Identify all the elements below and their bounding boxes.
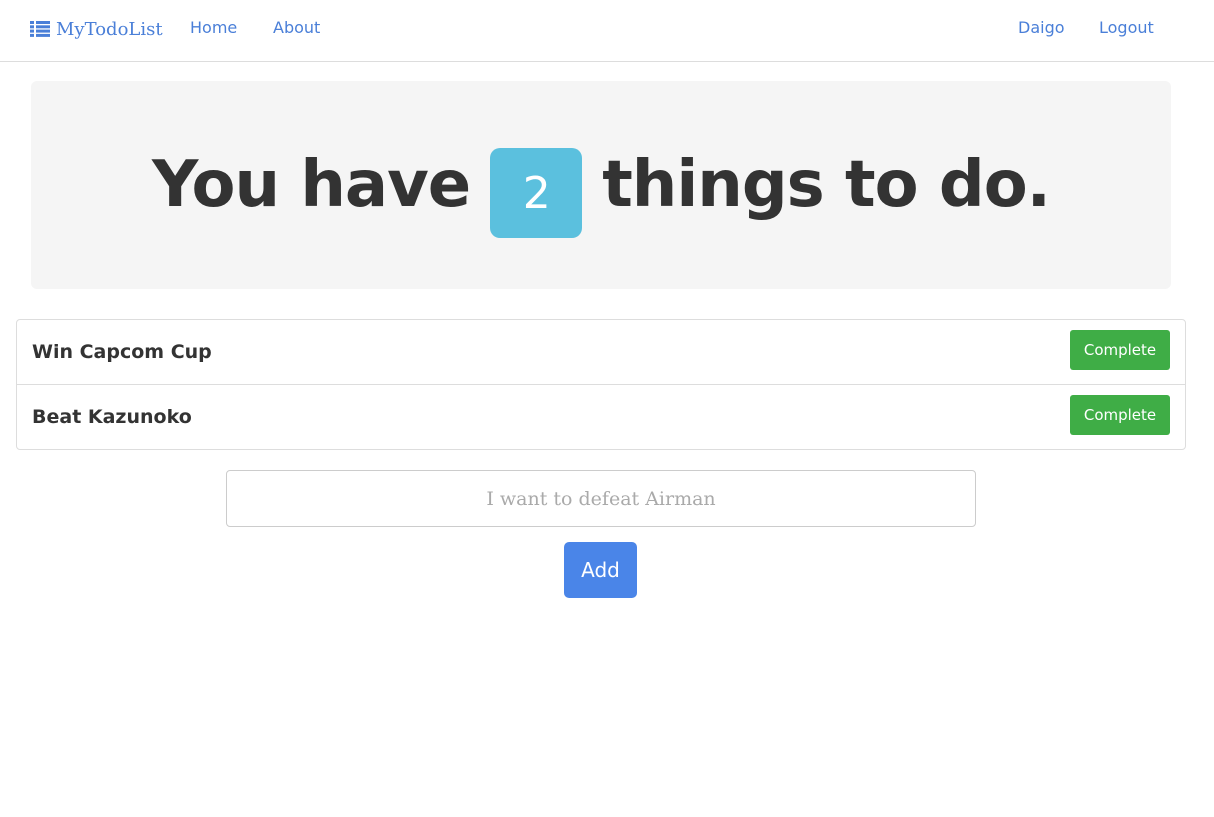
brand-link[interactable]: MyTodoList bbox=[30, 16, 163, 42]
new-todo-input[interactable] bbox=[226, 470, 976, 527]
headline-prefix: You have bbox=[152, 148, 471, 222]
nav-user-link[interactable]: Daigo bbox=[1018, 18, 1065, 38]
complete-button[interactable]: Complete bbox=[1070, 330, 1170, 370]
list-icon bbox=[30, 21, 50, 37]
nav-home-link[interactable]: Home bbox=[190, 18, 237, 38]
todo-item: Beat Kazunoko Complete bbox=[17, 385, 1185, 449]
navbar: MyTodoList Home About Daigo Logout bbox=[0, 0, 1214, 62]
todo-item: Win Capcom Cup Complete bbox=[17, 320, 1185, 385]
nav-about-link[interactable]: About bbox=[273, 18, 320, 38]
todo-count-badge: 2 bbox=[490, 148, 583, 238]
todo-count-headline: You have 2 things to do. bbox=[152, 140, 1051, 238]
brand-name: MyTodoList bbox=[56, 18, 163, 40]
headline-suffix: things to do. bbox=[602, 148, 1051, 222]
complete-button[interactable]: Complete bbox=[1070, 395, 1170, 435]
todo-title: Win Capcom Cup bbox=[32, 341, 212, 363]
add-button[interactable]: Add bbox=[564, 542, 637, 598]
todo-list: Win Capcom Cup Complete Beat Kazunoko Co… bbox=[16, 319, 1186, 450]
summary-jumbotron: You have 2 things to do. bbox=[31, 81, 1171, 289]
todo-title: Beat Kazunoko bbox=[32, 406, 192, 428]
nav-logout-link[interactable]: Logout bbox=[1099, 18, 1154, 38]
